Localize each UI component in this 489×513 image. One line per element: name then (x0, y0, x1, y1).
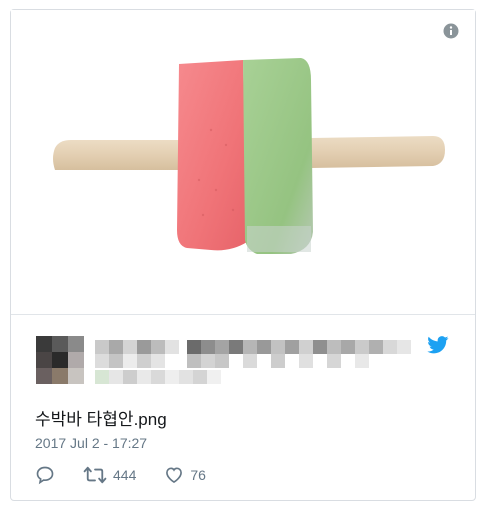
retweet-count: 444 (113, 467, 137, 483)
blurred-username[interactable] (95, 338, 425, 386)
retweet-button[interactable]: 444 (83, 465, 136, 485)
stick-left (53, 140, 181, 170)
reply-button[interactable] (35, 465, 55, 485)
green-shadow (247, 226, 311, 252)
heart-icon (166, 467, 183, 484)
stick-right (311, 136, 445, 168)
twitter-bird-icon[interactable] (427, 336, 449, 354)
melon-part (243, 58, 313, 254)
tweet-text: 수박바 타협안.png (35, 410, 167, 429)
tweet-body: 수박바 타협안.png 2017 Jul 2 - 17:27 444 76 (11, 314, 475, 500)
reply-icon (36, 466, 54, 485)
tweet-card: 수박바 타협안.png 2017 Jul 2 - 17:27 444 76 (10, 9, 476, 501)
info-icon[interactable] (443, 23, 459, 39)
tweet-timestamp[interactable]: 2017 Jul 2 - 17:27 (35, 435, 147, 451)
retweet-icon (83, 466, 107, 484)
popsicle-image (53, 58, 445, 254)
like-button[interactable]: 76 (164, 465, 206, 485)
avatar[interactable] (36, 336, 84, 384)
tweet-actions: 444 76 (35, 464, 234, 486)
tweet-image[interactable] (11, 10, 475, 315)
watermelon-part (177, 60, 247, 251)
like-count: 76 (190, 467, 206, 483)
